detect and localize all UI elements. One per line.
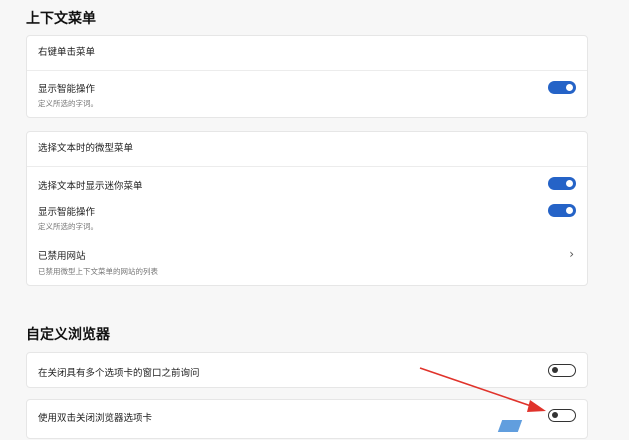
smart-actions-row: 显示智能操作 定义所选的字词。 [27, 70, 587, 118]
mini-smart-actions-toggle[interactable] [548, 204, 576, 217]
right-click-menu-card: 右键单击菜单 显示智能操作 定义所选的字词。 [26, 35, 588, 118]
mini-smart-actions-label: 显示智能操作 [38, 207, 96, 218]
disabled-sites-desc: 已禁用微型上下文菜单的网站的列表 [38, 267, 158, 276]
mini-menu-header: 选择文本时的微型菜单 [27, 132, 587, 167]
double-click-close-toggle[interactable] [548, 409, 576, 422]
mini-smart-actions-desc: 定义所选的字词。 [38, 222, 98, 231]
smart-actions-desc: 定义所选的字词。 [38, 99, 98, 108]
show-mini-menu-toggle[interactable] [548, 177, 576, 190]
double-click-close-label: 使用双击关闭浏览器选项卡 [38, 413, 153, 424]
double-click-close-card: 使用双击关闭浏览器选项卡 [26, 399, 588, 439]
right-click-menu-header: 右键单击菜单 [27, 36, 587, 71]
ask-before-close-toggle[interactable] [548, 364, 576, 377]
customize-browser-section-title: 自定义浏览器 [26, 327, 110, 343]
show-mini-menu-row: 选择文本时显示迷你菜单 [27, 166, 587, 198]
disabled-sites-row[interactable]: 已禁用网站 已禁用微型上下文菜单的网站的列表 › [27, 238, 587, 286]
context-menu-section-title: 上下文菜单 [26, 11, 96, 27]
smart-actions-toggle[interactable] [548, 81, 576, 94]
mini-smart-actions-row: 显示智能操作 定义所选的字词。 [27, 198, 587, 238]
chevron-right-icon[interactable]: › [569, 247, 574, 261]
ask-before-close-card: 在关闭具有多个选项卡的窗口之前询问 [26, 352, 588, 388]
ask-before-close-label: 在关闭具有多个选项卡的窗口之前询问 [38, 368, 200, 379]
show-mini-menu-label: 选择文本时显示迷你菜单 [38, 181, 143, 192]
mini-menu-card: 选择文本时的微型菜单 选择文本时显示迷你菜单 显示智能操作 定义所选的字词。 已… [26, 131, 588, 286]
smart-actions-label: 显示智能操作 [38, 84, 96, 95]
disabled-sites-label: 已禁用网站 [38, 251, 86, 262]
ask-before-close-row: 在关闭具有多个选项卡的窗口之前询问 [27, 353, 587, 389]
